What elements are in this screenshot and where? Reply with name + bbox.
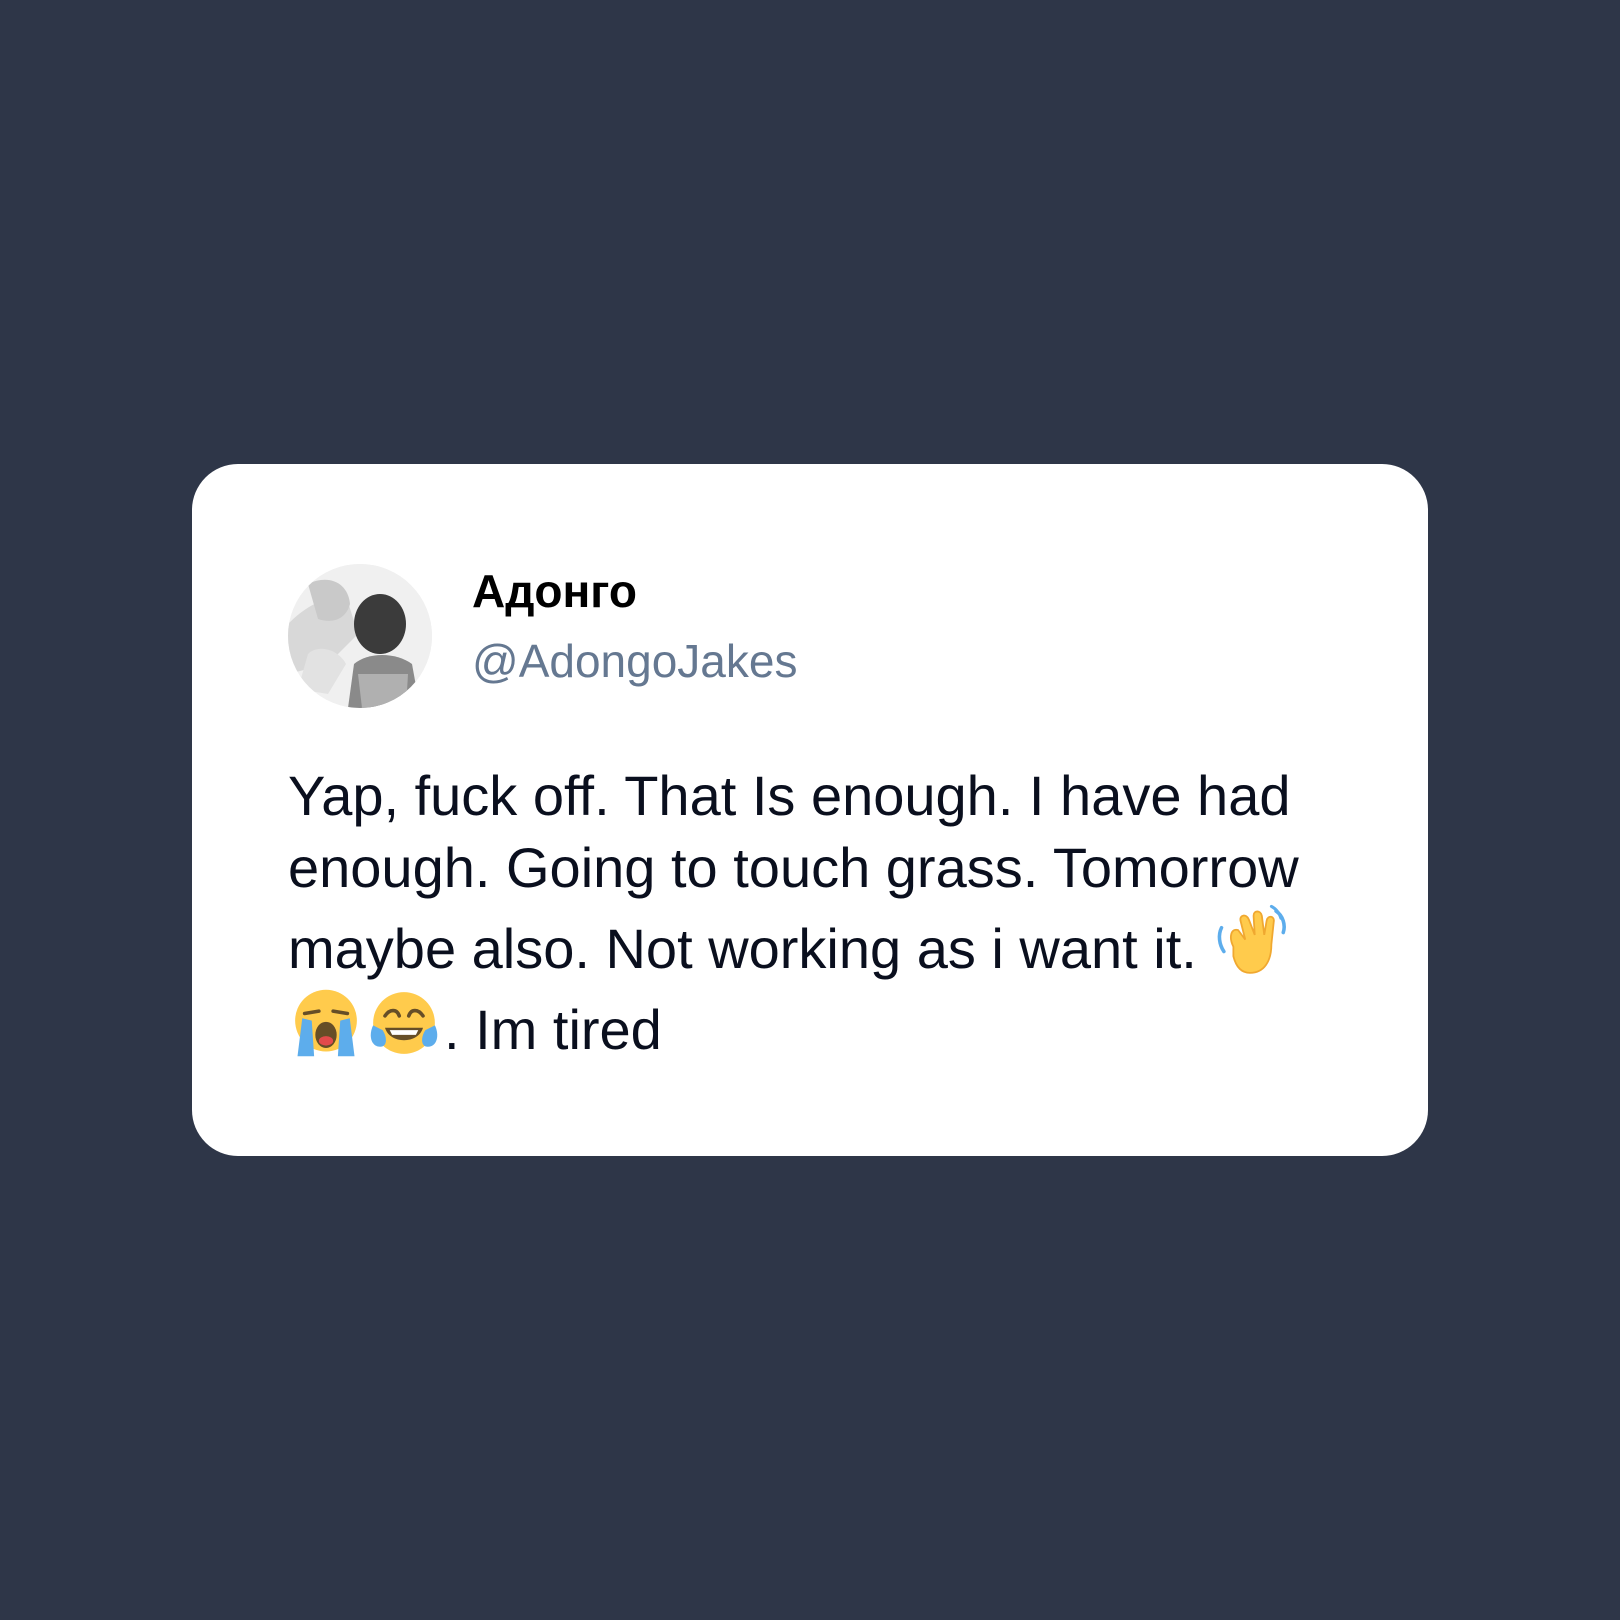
- face-with-tears-of-joy-emoji: [366, 985, 442, 1061]
- avatar[interactable]: [288, 564, 432, 708]
- waving-hand-emoji: [1212, 904, 1288, 980]
- user-handle[interactable]: @AdongoJakes: [472, 638, 797, 684]
- loudly-crying-face-emoji: [288, 985, 364, 1061]
- tweet-card: Адонго @AdongoJakes Yap, fuck off. That …: [192, 464, 1428, 1156]
- avatar-photo: [288, 564, 432, 708]
- tweet-text: Yap, fuck off. That Is enough. I have ha…: [288, 760, 1328, 1066]
- tweet-text-end: . Im tired: [444, 998, 662, 1061]
- display-name[interactable]: Адонго: [472, 568, 637, 614]
- tweet-text-main: Yap, fuck off. That Is enough. I have ha…: [288, 764, 1299, 980]
